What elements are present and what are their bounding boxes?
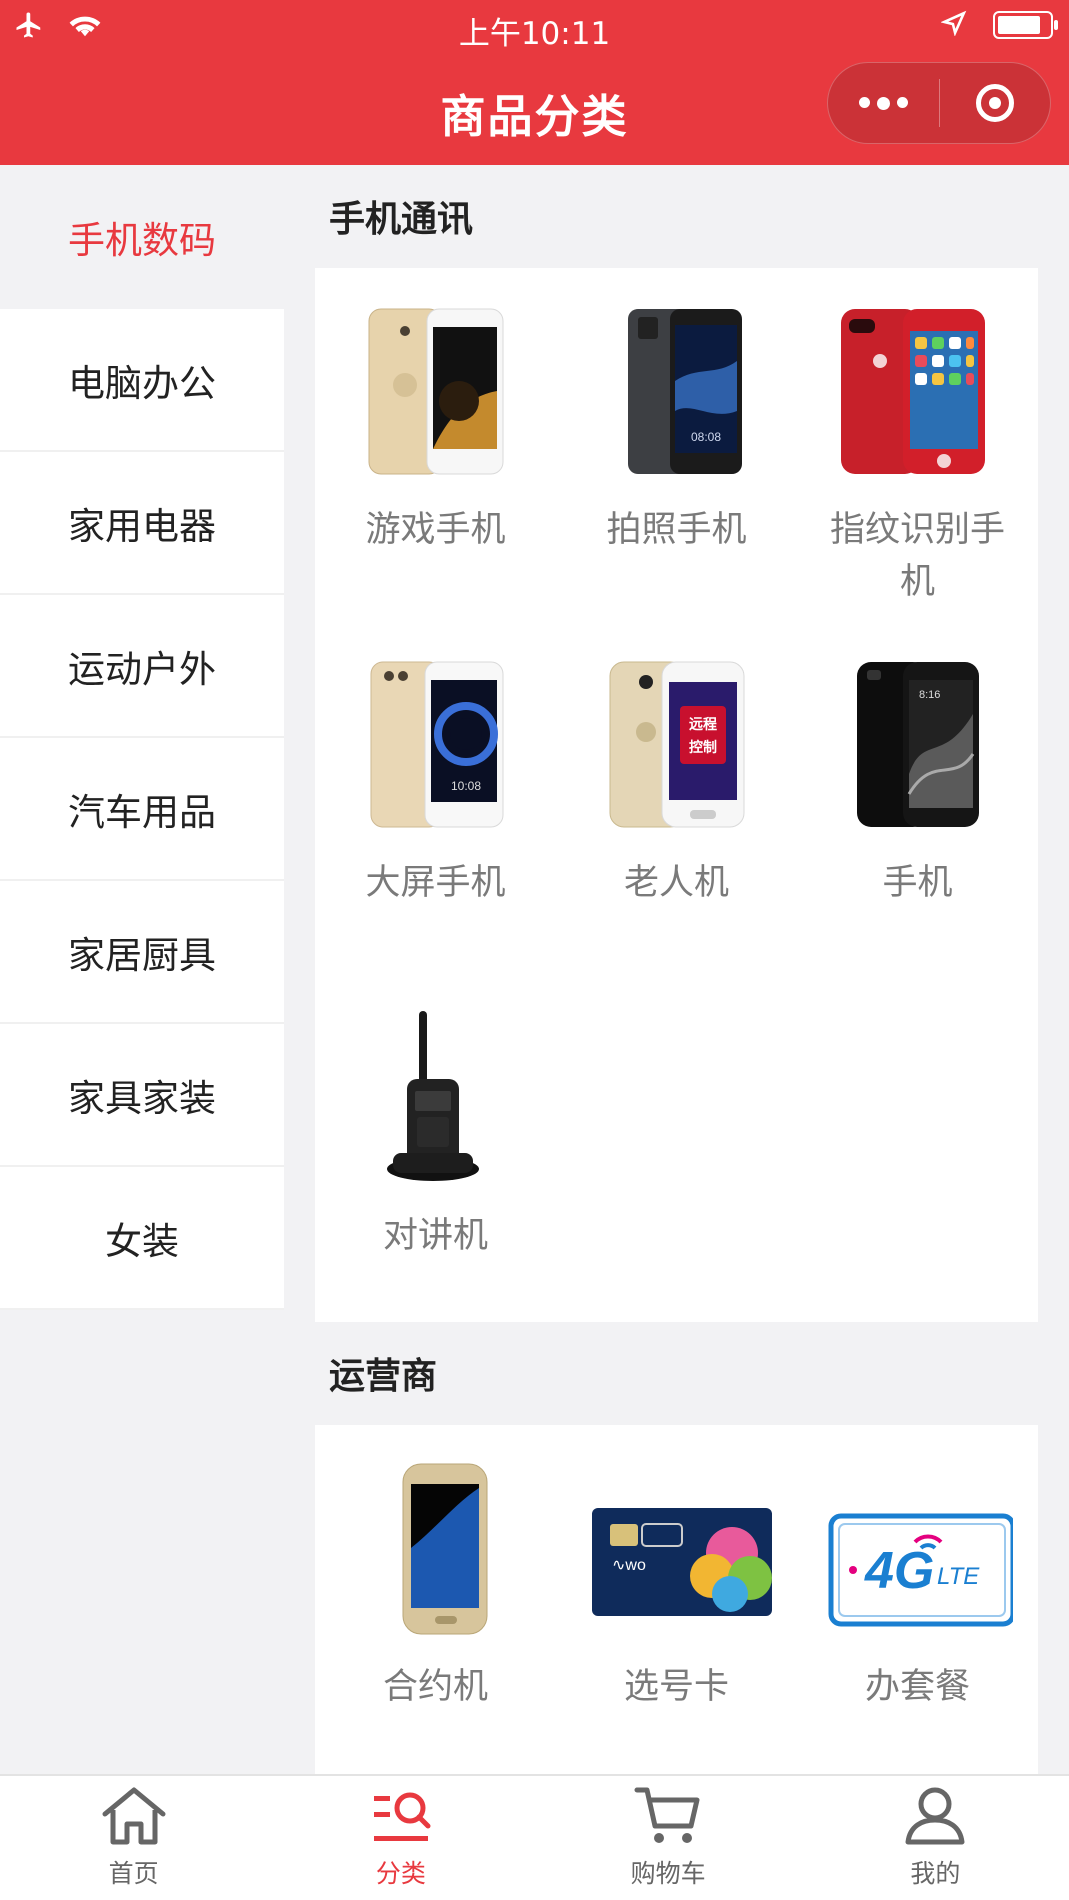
user-icon	[900, 1784, 970, 1850]
product-label: 办套餐	[864, 1667, 970, 1707]
tab-label: 首页	[108, 1859, 159, 1888]
category-content: 手机通讯 游戏手机 08:08 拍照手机 指纹识别手机 10:08 大屏手机 远…	[315, 165, 1038, 1805]
product-item[interactable]: 合约机	[315, 1425, 556, 1713]
product-item[interactable]: 10:08 大屏手机	[315, 621, 556, 974]
section-title: 运营商	[329, 1356, 438, 1397]
product-item[interactable]: 远程 控制 老人机	[556, 621, 797, 974]
sidebar-item-sports[interactable]: 运动户外	[0, 595, 284, 738]
home-icon	[99, 1784, 169, 1850]
sidebar-item-auto[interactable]: 汽车用品	[0, 738, 284, 881]
product-label: 指纹识别手机	[829, 510, 1005, 602]
product-label: 选号卡	[623, 1667, 729, 1707]
product-label: 老人机	[623, 863, 729, 903]
sidebar-item-kitchen[interactable]: 家居厨具	[0, 881, 284, 1024]
product-label: 合约机	[382, 1667, 488, 1707]
category-page: 上午10:11 商品分类 手机数码 电脑办公 家用电器 运动户外 汽车用品 家居…	[0, 0, 1069, 1900]
gray-phone-image: 08:08	[577, 296, 777, 486]
tab-profile[interactable]: 我的	[802, 1776, 1069, 1900]
sidebar-item-womens[interactable]: 女装	[0, 1167, 284, 1310]
product-item[interactable]: ∿wo 选号卡	[556, 1425, 797, 1713]
product-label: 手机	[882, 863, 953, 903]
svg-text:10:08: 10:08	[451, 779, 481, 793]
product-item[interactable]: 对讲机	[315, 974, 556, 1327]
svg-text:LTE: LTE	[937, 1563, 980, 1590]
red-phone-image	[818, 296, 1018, 486]
more-button[interactable]	[828, 63, 939, 143]
product-item[interactable]: 08:08 拍照手机	[556, 268, 797, 621]
svg-text:控制: 控制	[689, 739, 717, 756]
tab-home[interactable]: 首页	[0, 1776, 267, 1900]
svg-text:8:16: 8:16	[919, 689, 940, 701]
tab-label: 我的	[910, 1859, 961, 1888]
svg-text:08:08: 08:08	[690, 430, 720, 444]
section-card: 游戏手机 08:08 拍照手机 指纹识别手机 10:08 大屏手机 远程 控制 …	[315, 268, 1038, 1322]
black-phone-image: 8:16	[818, 649, 1018, 839]
location-arrow-icon	[940, 10, 967, 40]
product-item[interactable]: 4G LTE 办套餐	[797, 1425, 1038, 1713]
category-icon	[366, 1784, 436, 1850]
product-label: 游戏手机	[365, 510, 506, 550]
section-title: 手机通讯	[329, 199, 474, 240]
sim-card-image: ∿wo	[577, 1453, 777, 1643]
contract-phone-image	[336, 1453, 536, 1643]
svg-text:∿wo: ∿wo	[612, 1557, 646, 1574]
walkie-talkie-image	[336, 1002, 536, 1192]
bottom-tab-bar: 首页 分类 购物车 我的	[0, 1774, 1069, 1900]
tab-label: 购物车	[630, 1859, 706, 1888]
4g-lte-plan-image: 4G LTE	[818, 1453, 1018, 1643]
product-label: 拍照手机	[606, 510, 747, 550]
status-bar: 上午10:11	[0, 0, 1069, 52]
battery-icon	[993, 11, 1058, 39]
section-card: 合约机 ∿wo 选号卡 4G LTE 办套餐	[315, 1425, 1038, 1805]
status-time: 上午10:11	[458, 16, 611, 52]
gold-phone-image	[336, 296, 536, 486]
senior-phone-image: 远程 控制	[577, 649, 777, 839]
miniapp-capsule	[827, 62, 1051, 144]
more-dots-icon	[858, 96, 908, 110]
sidebar-item-computers[interactable]: 电脑办公	[0, 309, 284, 452]
product-label: 大屏手机	[365, 863, 506, 903]
product-label: 对讲机	[382, 1216, 488, 1256]
tab-label: 分类	[375, 1859, 426, 1888]
cart-icon	[633, 1784, 703, 1850]
sidebar-item-appliances[interactable]: 家用电器	[0, 452, 284, 595]
product-item[interactable]: 8:16 手机	[797, 621, 1038, 974]
close-miniapp-button[interactable]	[940, 63, 1051, 143]
category-sidebar: 手机数码 电脑办公 家用电器 运动户外 汽车用品 家居厨具 家具家装 女装	[0, 165, 284, 1310]
product-item[interactable]: 指纹识别手机	[797, 268, 1038, 621]
svg-text:远程: 远程	[689, 717, 717, 733]
tab-category[interactable]: 分类	[267, 1776, 534, 1900]
sidebar-item-phones[interactable]: 手机数码	[0, 165, 284, 309]
target-circle-icon	[975, 84, 1014, 122]
svg-text:4G: 4G	[864, 1542, 934, 1600]
product-item[interactable]: 游戏手机	[315, 268, 556, 621]
gold-phone-image-2: 10:08	[336, 649, 536, 839]
tab-cart[interactable]: 购物车	[535, 1776, 802, 1900]
top-bar: 上午10:11 商品分类	[0, 0, 1069, 165]
sidebar-item-furniture[interactable]: 家具家装	[0, 1024, 284, 1167]
